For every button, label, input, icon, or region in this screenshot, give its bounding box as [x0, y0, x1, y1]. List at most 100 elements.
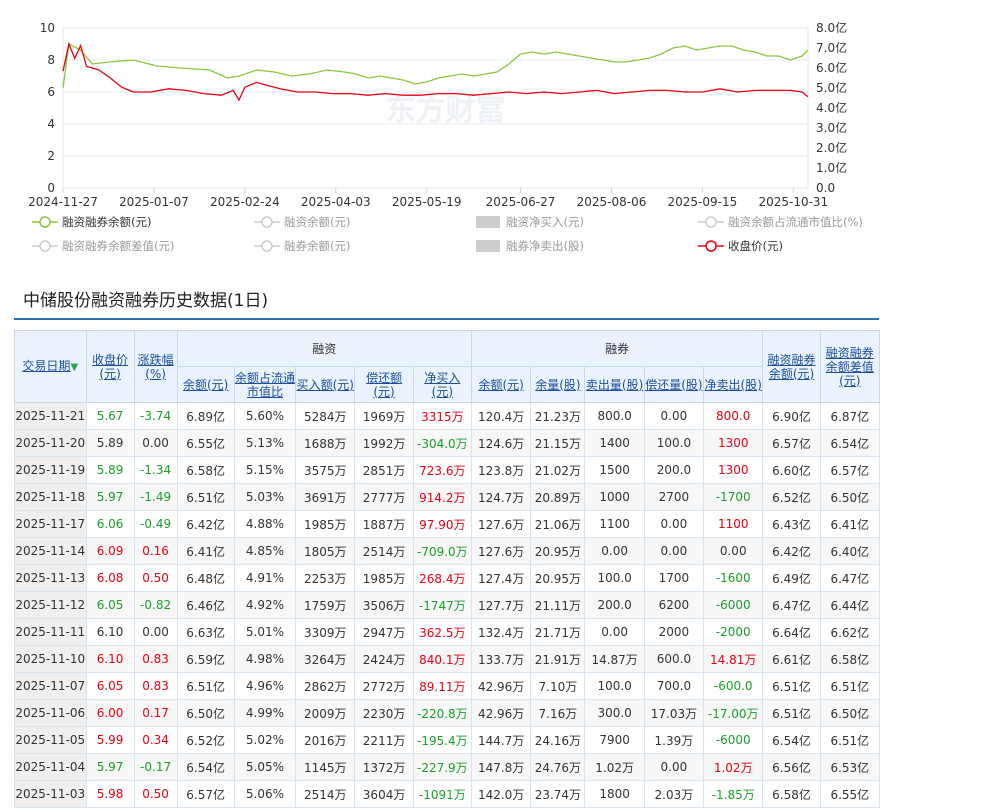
cell-rq-repay: 2700 — [643, 483, 705, 511]
x-tick-label: 2025-10-31 — [758, 195, 828, 209]
cell-total: 6.58亿 — [762, 780, 821, 808]
cell-change: 0.34 — [133, 726, 178, 754]
cell-rq-sell: 1100 — [584, 510, 645, 538]
cell-rq-volume: 21.91万 — [530, 645, 586, 673]
cell-rq-volume: 23.74万 — [530, 780, 586, 808]
col-header-date[interactable]: 交易日期▼ — [14, 330, 87, 403]
col-header-rz-balance[interactable]: 余额(元) — [176, 366, 235, 403]
cell-change: 0.16 — [133, 537, 178, 565]
table-row: 2025-11-03 5.98 0.50 6.57亿 5.06% 2514万 3604万 -1… — [14, 780, 881, 808]
x-tick-label: 2025-01-07 — [119, 195, 189, 209]
table-row: 2025-11-04 5.97 -0.17 6.54亿 5.05% 1145万 1372万 -… — [14, 753, 881, 781]
col-header-diff-label[interactable]: 融资融券余额差值(元) — [826, 346, 874, 388]
cell-rz-ratio: 5.03% — [233, 483, 297, 511]
col-header-rz-balance-label[interactable]: 余额(元) — [183, 378, 228, 392]
cell-rz-net: 840.1万 — [412, 645, 472, 673]
cell-rq-sell: 14.87万 — [584, 645, 645, 673]
cell-date: 2025-11-21 — [14, 402, 87, 430]
x-tick-label: 2025-04-03 — [301, 195, 371, 209]
cell-rq-net: -1600 — [703, 564, 764, 592]
cell-diff: 6.57亿 — [819, 456, 881, 484]
table-row: 2025-11-06 6.00 0.17 6.50亿 4.99% 2009万 2230万 -2… — [14, 699, 881, 727]
col-header-rz-buy-label[interactable]: 买入额(元) — [297, 378, 354, 392]
cell-total: 6.57亿 — [762, 429, 821, 457]
cell-close: 5.67 — [85, 402, 135, 430]
sort-down-icon[interactable]: ▼ — [70, 362, 78, 373]
col-header-rz-repay-label[interactable]: 偿还额(元) — [366, 371, 402, 399]
col-header-rq-sell[interactable]: 卖出量(股) — [584, 366, 645, 403]
cell-rz-ratio: 4.92% — [233, 591, 297, 619]
cell-rq-volume: 24.16万 — [530, 726, 586, 754]
cell-change: 0.50 — [133, 780, 178, 808]
cell-total: 6.90亿 — [762, 402, 821, 430]
col-header-rz-net[interactable]: 净买入(元) — [412, 366, 472, 403]
cell-date: 2025-11-05 — [14, 726, 87, 754]
legend-label[interactable]: 融资余额占流通市值比(%) — [728, 215, 863, 229]
cell-rq-net: 0.00 — [703, 537, 764, 565]
col-header-diff[interactable]: 融资融券余额差值(元) — [819, 330, 881, 403]
col-header-change[interactable]: 涨跌幅(%) — [133, 330, 178, 403]
col-header-rz-ratio[interactable]: 余额占流通市值比 — [233, 366, 297, 403]
col-header-rq-balance[interactable]: 余额(元) — [470, 366, 532, 403]
legend-label[interactable]: 融券净卖出(股) — [506, 239, 584, 253]
cell-rq-balance: 42.96万 — [470, 699, 532, 727]
cell-rz-ratio: 5.60% — [233, 402, 297, 430]
legend-label[interactable]: 收盘价(元) — [728, 239, 783, 253]
cell-rq-net: -6000 — [703, 726, 764, 754]
table-row: 2025-11-07 6.05 0.83 6.51亿 4.96% 2862万 2772万 89… — [14, 672, 881, 700]
col-header-rq-net-label[interactable]: 净卖出(股) — [705, 378, 762, 392]
col-header-total-label[interactable]: 融资融券余额(元) — [767, 353, 815, 381]
y-right-tick-label: 6.0亿 — [816, 60, 847, 75]
cell-rq-sell: 0.00 — [584, 537, 645, 565]
col-header-date-label[interactable]: 交易日期 — [22, 359, 70, 373]
cell-close: 5.99 — [85, 726, 135, 754]
cell-total: 6.51亿 — [762, 699, 821, 727]
cell-diff: 6.62亿 — [819, 618, 881, 646]
cell-change: 0.50 — [133, 564, 178, 592]
col-header-rq-balance-label[interactable]: 余额(元) — [478, 378, 523, 392]
legend-label[interactable]: 融券余额(元) — [284, 239, 350, 253]
col-header-rz-net-label[interactable]: 净买入(元) — [424, 371, 460, 399]
col-header-rz-repay[interactable]: 偿还额(元) — [354, 366, 414, 403]
col-header-rz-buy[interactable]: 买入额(元) — [295, 366, 356, 403]
legend-label[interactable]: 融资净买入(元) — [506, 215, 584, 229]
col-header-rq-volume-label[interactable]: 余量(股) — [535, 378, 580, 392]
cell-rq-repay: 0.00 — [643, 510, 705, 538]
cell-rz-repay: 1985万 — [354, 564, 414, 592]
cell-rq-net: -17.00万 — [703, 699, 764, 727]
cell-rz-buy: 2009万 — [295, 699, 356, 727]
col-header-total[interactable]: 融资融券余额(元) — [762, 330, 821, 403]
x-tick-label: 2025-05-19 — [392, 195, 462, 209]
cell-close: 6.09 — [85, 537, 135, 565]
cell-rq-balance: 124.6万 — [470, 429, 532, 457]
cell-close: 6.06 — [85, 510, 135, 538]
watermark-text: 东方财富 — [386, 93, 506, 128]
col-header-close-label[interactable]: 收盘价(元) — [92, 353, 128, 381]
y-right-tick-label: 4.0亿 — [816, 100, 847, 115]
legend-swatch-box — [476, 240, 500, 252]
col-header-rq-repay[interactable]: 偿还量(股) — [643, 366, 705, 403]
cell-rz-buy: 1145万 — [295, 753, 356, 781]
col-header-change-label[interactable]: 涨跌幅(%) — [138, 353, 174, 381]
legend-label[interactable]: 融资融券余额(元) — [62, 215, 151, 229]
col-header-rq-volume[interactable]: 余量(股) — [530, 366, 586, 403]
group-header-rq: 融券 — [470, 330, 764, 367]
legend-swatch-marker — [261, 240, 273, 252]
y-right-tick-label: 8.0亿 — [816, 20, 847, 35]
cell-change: 0.00 — [133, 429, 178, 457]
col-header-rq-repay-label[interactable]: 偿还量(股) — [645, 378, 702, 392]
col-header-rq-net[interactable]: 净卖出(股) — [703, 366, 764, 403]
cell-date: 2025-11-12 — [14, 591, 87, 619]
cell-date: 2025-11-10 — [14, 645, 87, 673]
cell-rq-volume: 20.89万 — [530, 483, 586, 511]
cell-rq-repay: 0.00 — [643, 402, 705, 430]
legend-label[interactable]: 融资融券余额差值(元) — [62, 239, 174, 253]
cell-change: -3.74 — [133, 402, 178, 430]
col-header-rq-sell-label[interactable]: 卖出量(股) — [586, 378, 643, 392]
cell-rz-balance: 6.48亿 — [176, 564, 235, 592]
cell-rz-repay: 2851万 — [354, 456, 414, 484]
legend-label[interactable]: 融资余额(元) — [284, 215, 350, 229]
col-header-rz-ratio-label[interactable]: 余额占流通市值比 — [235, 371, 295, 399]
col-header-close[interactable]: 收盘价(元) — [85, 330, 135, 403]
cell-change: 0.00 — [133, 618, 178, 646]
